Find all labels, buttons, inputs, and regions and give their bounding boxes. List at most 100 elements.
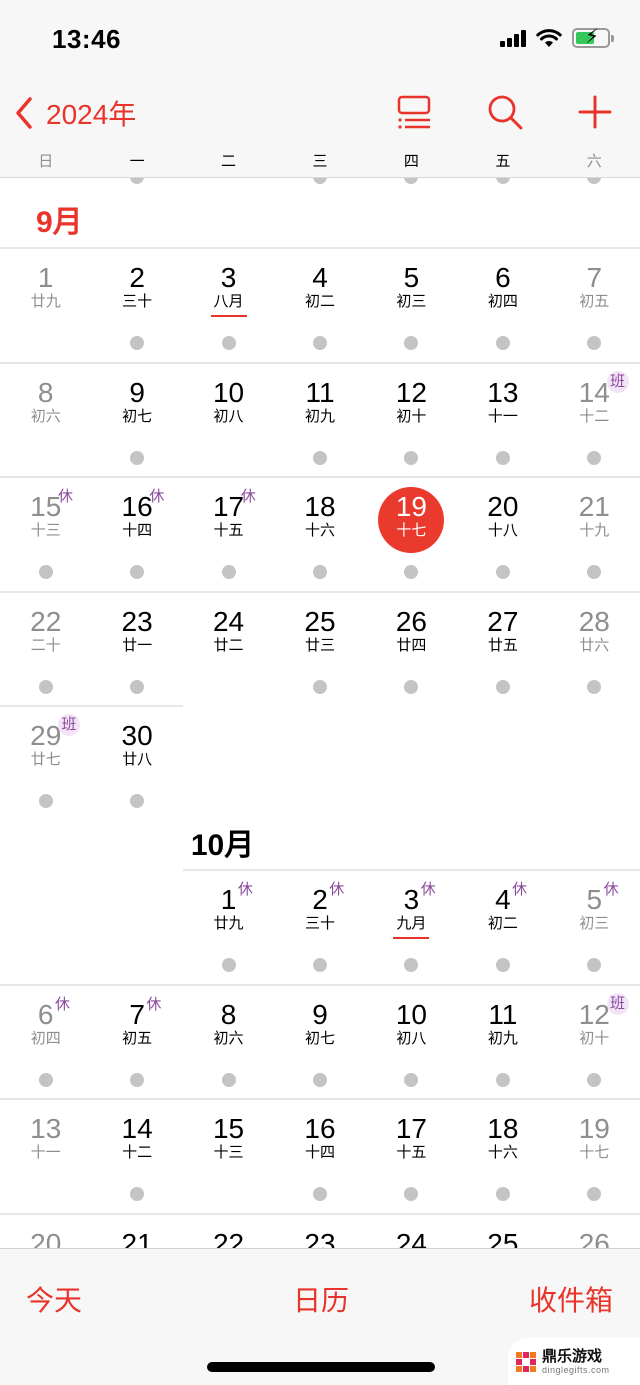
day-cell[interactable]: 3 九月 休 bbox=[366, 870, 457, 984]
tab-calendars[interactable]: 日历 bbox=[293, 1279, 349, 1319]
day-cell[interactable]: 13 十一 bbox=[0, 1099, 91, 1213]
day-cell[interactable]: 28 廿六 bbox=[549, 592, 640, 706]
event-dot bbox=[587, 336, 602, 350]
day-cell[interactable]: 18 十六 bbox=[274, 477, 365, 591]
plus-icon bbox=[578, 95, 612, 129]
event-dot bbox=[495, 958, 510, 972]
day-cell[interactable]: 9 初七 bbox=[274, 985, 365, 1099]
day-cell[interactable]: 10 初八 bbox=[183, 363, 274, 477]
search-button[interactable] bbox=[485, 92, 525, 132]
list-view-button[interactable] bbox=[394, 92, 434, 132]
lunar-date: 初三 bbox=[579, 915, 610, 932]
back-to-year-button[interactable]: 2024年 bbox=[12, 93, 136, 133]
event-dot bbox=[495, 1072, 510, 1087]
lunar-date: 初九 bbox=[304, 407, 335, 425]
day-cell[interactable]: 13 十一 bbox=[457, 363, 548, 477]
day-cell[interactable]: 12 初十 bbox=[366, 363, 457, 477]
day-cell[interactable]: 4 初二 bbox=[274, 248, 365, 362]
day-cell[interactable]: 30 廿八 bbox=[91, 706, 182, 820]
day-cell[interactable]: 14 十二 bbox=[91, 1099, 182, 1213]
day-cell[interactable]: 27 廿五 bbox=[457, 592, 548, 706]
day-cell[interactable]: 16 十四 休 bbox=[91, 477, 182, 591]
day-cell[interactable]: 2 三十 休 bbox=[274, 870, 365, 984]
lunar-date: 二十 bbox=[30, 636, 61, 654]
day-number: 10 bbox=[212, 376, 245, 408]
day-cell[interactable]: 4 初二 休 bbox=[457, 870, 548, 984]
tab-inbox[interactable]: 收件箱 bbox=[529, 1279, 613, 1319]
lunar-date: 十一 bbox=[30, 1144, 61, 1162]
day-cell[interactable]: 7 初五 休 bbox=[91, 985, 182, 1099]
watermark-domain: dinglegifts.com bbox=[542, 1364, 610, 1375]
day-number: 13 bbox=[30, 1113, 62, 1145]
lunar-date: 九月 bbox=[396, 915, 427, 932]
day-cell[interactable]: 1 廿九 bbox=[0, 248, 91, 362]
day-cell[interactable]: 12 初十班 bbox=[549, 985, 640, 1099]
day-cell[interactable]: 11 初九 bbox=[457, 985, 548, 1099]
day-cell[interactable]: 17 十五 bbox=[366, 1099, 457, 1213]
workday-badge: 班 bbox=[606, 992, 629, 1015]
day-cell[interactable]: 3 八月 bbox=[183, 248, 274, 362]
day-cell[interactable]: 25 廿三 bbox=[274, 592, 365, 706]
day-number: 5 bbox=[586, 884, 603, 915]
day-cell[interactable]: 9 初七 bbox=[91, 363, 182, 477]
add-event-button[interactable] bbox=[575, 92, 615, 132]
day-cell[interactable]: 6 初四 休 bbox=[0, 985, 91, 1099]
home-indicator[interactable] bbox=[207, 1362, 435, 1372]
day-number: 3 bbox=[220, 262, 237, 293]
lunar-date: 廿七 bbox=[30, 751, 61, 769]
lunar-date: 初二 bbox=[487, 915, 518, 932]
day-number: 9 bbox=[129, 376, 145, 408]
day-cell[interactable]: 15 十三 休 bbox=[0, 477, 91, 591]
day-cell[interactable]: 14 十二班 bbox=[549, 363, 640, 477]
day-number: 26 bbox=[395, 605, 427, 637]
watermark-name: 鼎乐游戏 bbox=[542, 1347, 603, 1365]
lunar-date: 初九 bbox=[487, 1029, 518, 1047]
lunar-month-start-marker bbox=[210, 315, 247, 317]
day-cell[interactable]: 20 十八 bbox=[457, 477, 548, 591]
event-dot bbox=[587, 565, 602, 580]
day-cell[interactable]: 8 初六 bbox=[183, 985, 274, 1099]
day-cell[interactable]: 23 廿一 bbox=[91, 592, 182, 706]
day-number: 4 bbox=[312, 262, 328, 293]
day-cell[interactable]: 19 十七 bbox=[549, 1099, 640, 1213]
holiday-badge: 休 bbox=[420, 881, 436, 898]
event-dot bbox=[495, 336, 510, 350]
lunar-date: 廿四 bbox=[396, 636, 427, 654]
day-number: 8 bbox=[37, 376, 54, 408]
tab-today[interactable]: 今天 bbox=[26, 1279, 82, 1319]
day-cell[interactable]: 5 初三 休 bbox=[549, 870, 640, 984]
weekday-thu: 四 bbox=[403, 153, 419, 170]
day-cell[interactable]: 11 初九 bbox=[274, 363, 365, 477]
day-cell[interactable]: 22 二十 bbox=[0, 592, 91, 706]
lunar-date: 廿五 bbox=[487, 636, 518, 654]
day-cell[interactable]: 29 廿七班 bbox=[0, 706, 91, 820]
event-dot bbox=[221, 958, 236, 972]
event-dot bbox=[404, 565, 419, 580]
day-cell[interactable]: 6 初四 bbox=[457, 248, 548, 362]
day-cell[interactable]: 15 十三 bbox=[183, 1099, 274, 1213]
weekday-tue: 二 bbox=[221, 153, 237, 170]
back-label: 2024年 bbox=[46, 99, 137, 130]
day-cell[interactable]: 18 十六 bbox=[457, 1099, 548, 1213]
weekday-sat: 六 bbox=[586, 153, 602, 170]
day-cell[interactable]: 21 十九 bbox=[549, 477, 640, 591]
event-dot bbox=[495, 450, 510, 465]
day-number: 28 bbox=[578, 605, 610, 637]
day-cell[interactable]: 26 廿四 bbox=[366, 592, 457, 706]
holiday-badge: 休 bbox=[149, 488, 165, 506]
day-cell-today[interactable]: 19 十七 bbox=[366, 477, 457, 591]
day-cell[interactable]: 5 初三 bbox=[366, 248, 457, 362]
lunar-date: 初五 bbox=[579, 293, 610, 310]
day-cell[interactable]: 2 三十 bbox=[91, 248, 182, 362]
day-cell[interactable]: 10 初八 bbox=[366, 985, 457, 1099]
day-cell[interactable]: 7 初五 bbox=[549, 248, 640, 362]
weekday-sun: 日 bbox=[38, 153, 54, 170]
day-cell[interactable]: 24 廿二 bbox=[183, 592, 274, 706]
day-cell[interactable]: 17 十五 休 bbox=[183, 477, 274, 591]
day-number: 5 bbox=[403, 262, 420, 293]
lunar-date: 廿八 bbox=[122, 751, 153, 769]
day-cell[interactable]: 1 廿九 休 bbox=[183, 870, 274, 984]
day-cell[interactable]: 8 初六 bbox=[0, 363, 91, 477]
day-cell[interactable]: 16 十四 bbox=[274, 1099, 365, 1213]
day-number: 11 bbox=[305, 376, 335, 408]
